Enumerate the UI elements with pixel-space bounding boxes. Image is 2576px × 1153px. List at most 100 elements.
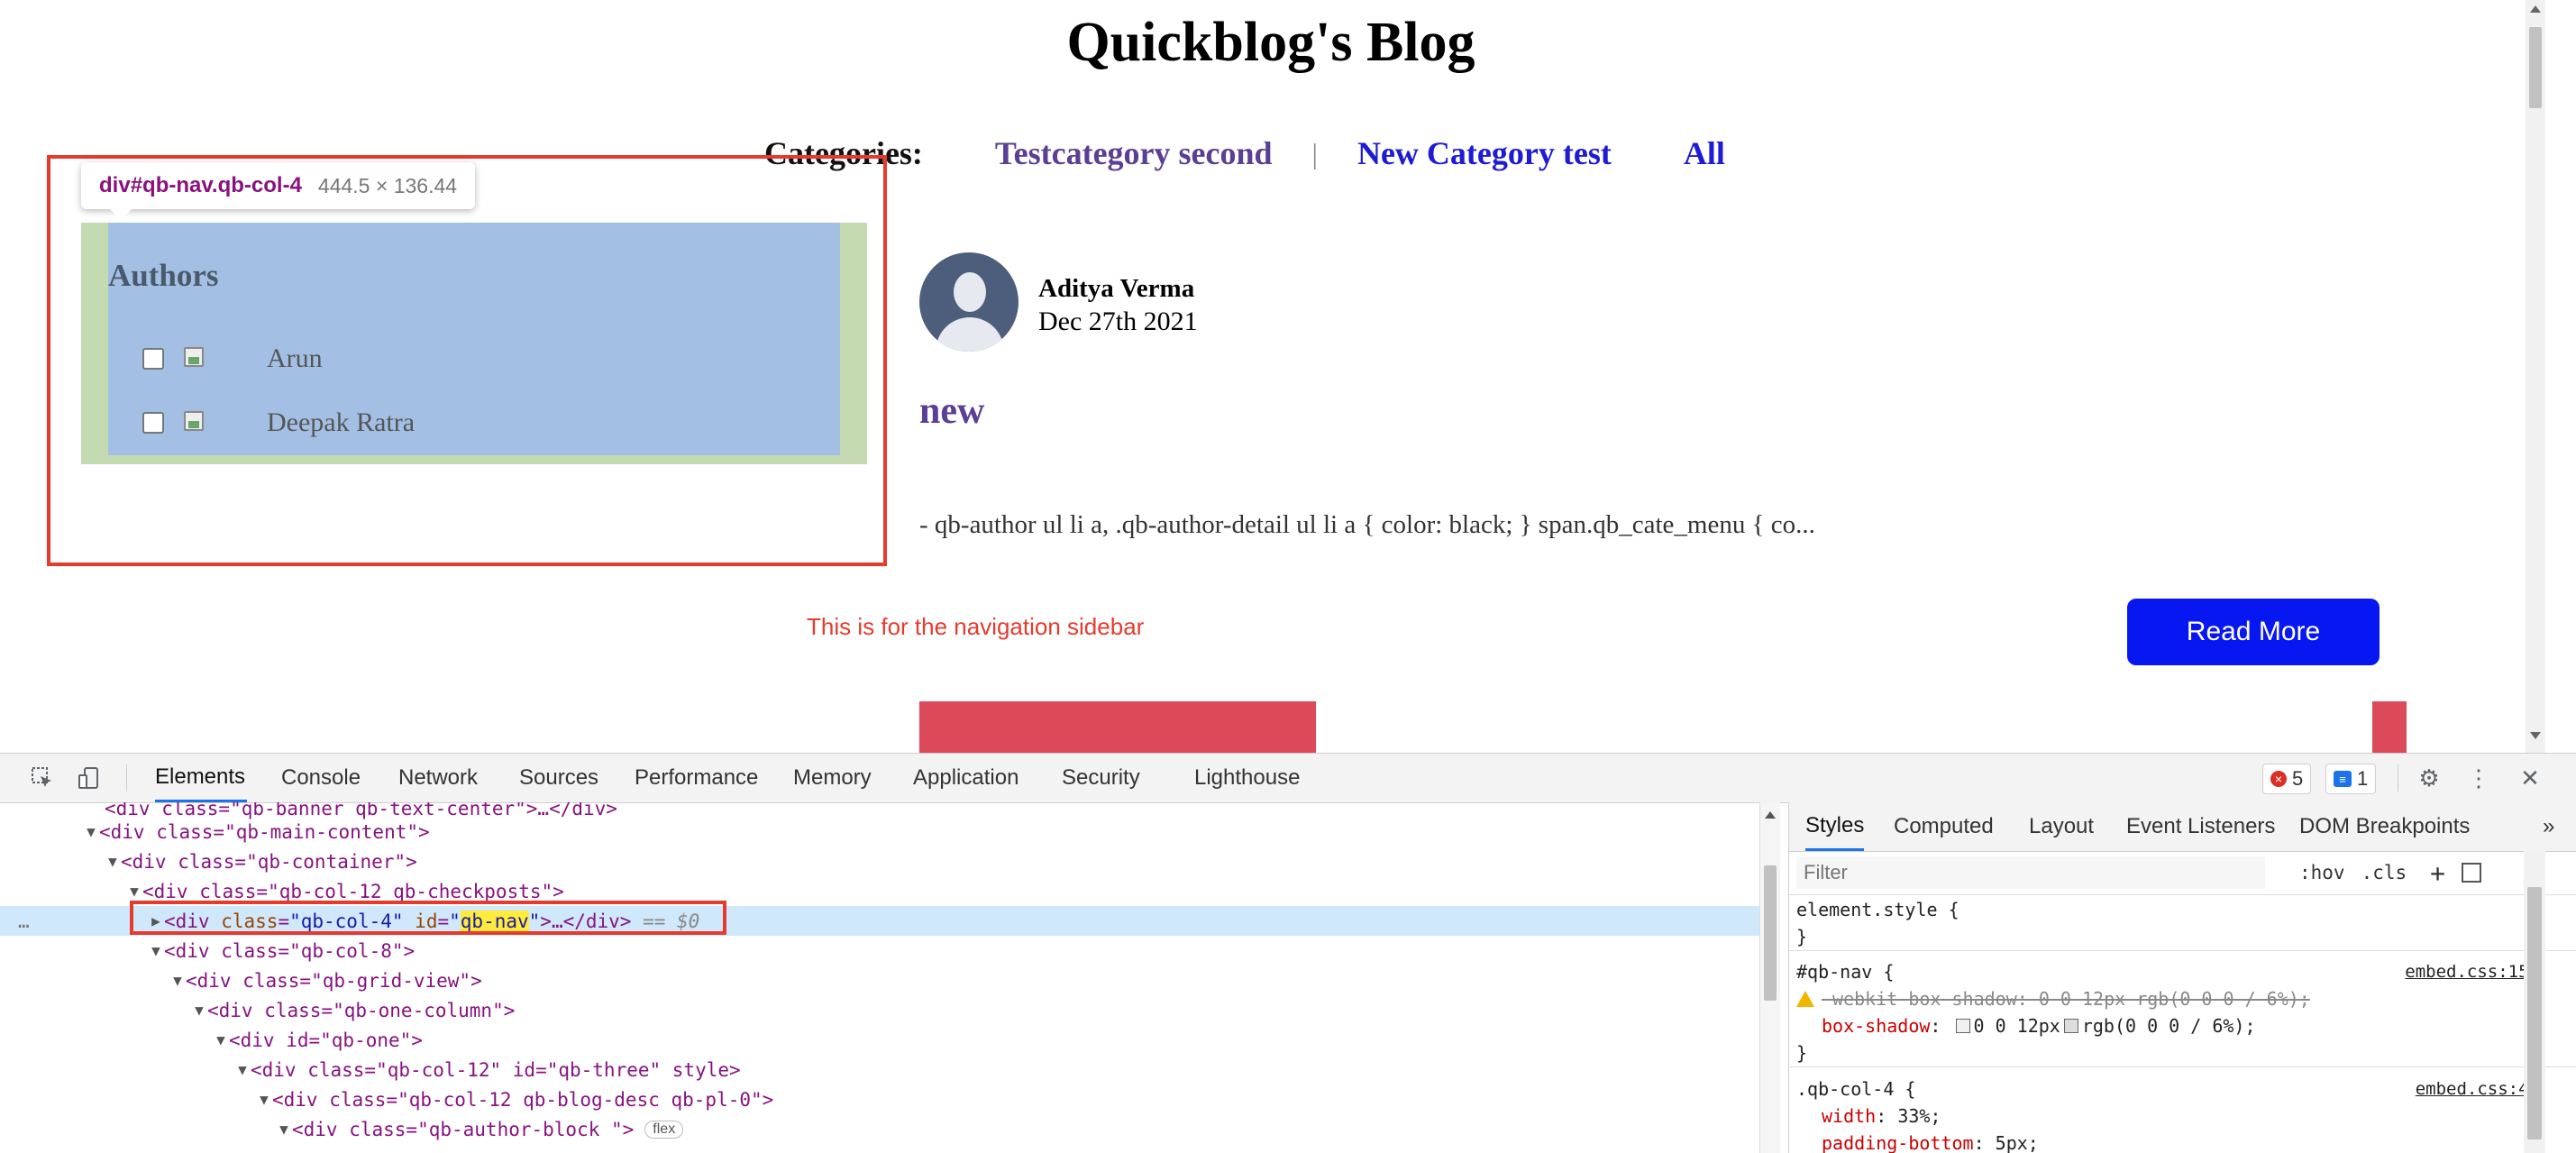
expand-triangle-icon[interactable]: ▼ bbox=[256, 1091, 272, 1108]
post-author-name[interactable]: Aditya Verma bbox=[1038, 274, 1194, 304]
dom-node-line[interactable]: ▼ <div class="qb-col-12 qb-blog-desc qb-p… bbox=[0, 1084, 1759, 1114]
category-separator: | bbox=[1311, 136, 1318, 169]
tab-lighthouse[interactable]: Lighthouse bbox=[1194, 754, 1300, 802]
close-devtools-icon[interactable]: ✕ bbox=[2517, 764, 2544, 792]
dom-node-line[interactable]: ▼ <div class="qb-main-content"> bbox=[0, 817, 1759, 846]
messages-badge[interactable]: ≡ 1 bbox=[2325, 764, 2377, 794]
expand-triangle-icon[interactable]: ▼ bbox=[213, 1031, 229, 1048]
tab-layout[interactable]: Layout bbox=[2029, 802, 2094, 851]
category-link-new-category-test[interactable]: New Category test bbox=[1357, 134, 1612, 172]
styles-scrollbar[interactable] bbox=[2524, 851, 2545, 1153]
css-rule-qb-col-4: .qb-col-4 { embed.css:40 width: 33%; pad… bbox=[1796, 1078, 2539, 1153]
settings-gear-icon[interactable]: ⚙ bbox=[2416, 764, 2443, 792]
tab-dom-breakpoints[interactable]: DOM Breakpoints bbox=[2299, 802, 2470, 851]
styles-filter-row: :hov .cls + bbox=[1789, 851, 2576, 895]
css-selector[interactable]: .qb-col-4 { bbox=[1796, 1078, 1915, 1100]
message-icon: ≡ bbox=[2334, 771, 2352, 787]
scroll-up-arrow-icon[interactable] bbox=[2530, 5, 2541, 13]
tab-sources[interactable]: Sources bbox=[519, 754, 598, 802]
warning-icon bbox=[1796, 991, 1814, 1007]
css-property-value[interactable]: 5px; bbox=[1996, 1132, 2039, 1153]
expand-triangle-icon[interactable]: ▼ bbox=[234, 1061, 251, 1078]
annotation-highlight-box bbox=[47, 155, 887, 566]
expand-triangle-icon[interactable]: ▼ bbox=[276, 1121, 292, 1138]
post-image-block bbox=[2372, 701, 2407, 753]
styles-pane: Styles Computed Layout Event Listeners D… bbox=[1788, 802, 2576, 1153]
tab-event-listeners[interactable]: Event Listeners bbox=[2126, 802, 2275, 851]
tab-console[interactable]: Console bbox=[281, 754, 361, 802]
toggle-sidebar-icon[interactable] bbox=[2462, 863, 2482, 883]
shadow-editor-icon[interactable] bbox=[1955, 1019, 1970, 1033]
tooltip-dimensions: 444.5 × 136.44 bbox=[317, 173, 458, 197]
expand-triangle-icon[interactable]: ▼ bbox=[191, 1002, 207, 1019]
scrollbar-thumb[interactable] bbox=[2529, 27, 2542, 108]
dom-scrollbar[interactable] bbox=[1759, 802, 1780, 1153]
css-property-name[interactable]: box-shadow bbox=[1822, 1015, 1930, 1037]
styles-filter-input[interactable] bbox=[1796, 856, 2265, 889]
tab-application[interactable]: Application bbox=[913, 754, 1019, 802]
tab-memory[interactable]: Memory bbox=[793, 754, 872, 802]
more-tabs-chevron-icon[interactable]: » bbox=[2543, 802, 2554, 851]
styles-tabs: Styles Computed Layout Event Listeners D… bbox=[1789, 802, 2576, 852]
tab-security[interactable]: Security bbox=[1062, 754, 1140, 802]
expand-triangle-icon[interactable]: ▼ bbox=[83, 823, 99, 840]
class-toggle[interactable]: .cls bbox=[2361, 862, 2407, 883]
dom-node-line[interactable]: ▼ <div class="qb-container"> bbox=[0, 846, 1759, 876]
devtools-toolbar: Elements Console Network Sources Perform… bbox=[0, 754, 2576, 803]
scroll-down-arrow-icon[interactable] bbox=[2530, 732, 2541, 739]
filter-tools: :hov .cls + bbox=[2299, 851, 2482, 894]
color-swatch-icon[interactable] bbox=[2063, 1019, 2078, 1033]
css-property-value[interactable]: 33%; bbox=[1897, 1105, 1941, 1127]
css-source-link[interactable]: embed.css:151 bbox=[2405, 962, 2539, 982]
tab-styles[interactable]: Styles bbox=[1805, 802, 1865, 851]
post-title[interactable]: new bbox=[919, 389, 984, 433]
css-rule-qb-nav: #qb-nav { embed.css:151 -webkit-box-shad… bbox=[1789, 958, 2576, 1067]
hover-state-toggle[interactable]: :hov bbox=[2299, 862, 2345, 883]
dom-tree: <div class="qb-banner qb-text-center">…<… bbox=[0, 802, 1759, 1153]
errors-badge[interactable]: × 5 bbox=[2262, 764, 2312, 794]
toolbar-divider bbox=[126, 764, 127, 792]
row-ellipsis: … bbox=[18, 910, 30, 932]
css-property-value[interactable]: rgb(0 0 0 / 6%); bbox=[2082, 1015, 2256, 1037]
read-more-button[interactable]: Read More bbox=[2127, 599, 2380, 665]
expand-triangle-icon[interactable]: ▼ bbox=[148, 942, 164, 959]
tab-elements[interactable]: Elements bbox=[155, 754, 247, 802]
more-options-icon[interactable]: ⋮ bbox=[2465, 764, 2492, 792]
dom-node-line[interactable]: ▼ <div class="qb-col-12" id="qb-three" st… bbox=[0, 1055, 1759, 1084]
expand-triangle-icon[interactable]: ▼ bbox=[105, 853, 121, 870]
tab-network[interactable]: Network bbox=[398, 754, 478, 802]
css-selector[interactable]: element.style { bbox=[1789, 896, 2576, 923]
flex-badge[interactable]: flex bbox=[644, 1120, 684, 1139]
post-date: Dec 27th 2021 bbox=[1038, 307, 1198, 336]
dom-node-line[interactable]: ▼ <div class="qb-author-block "> flex bbox=[0, 1114, 1759, 1144]
error-icon: × bbox=[2270, 771, 2287, 787]
dom-node-line[interactable]: ▼ <div class="qb-grid-view"> bbox=[0, 965, 1759, 995]
expand-triangle-icon[interactable]: ▼ bbox=[169, 972, 186, 989]
new-rule-plus-icon[interactable]: + bbox=[2430, 858, 2445, 888]
device-toolbar-icon[interactable] bbox=[76, 764, 103, 792]
scrollbar-thumb[interactable] bbox=[2527, 887, 2542, 1139]
tab-computed[interactable]: Computed bbox=[1894, 802, 1994, 851]
css-source-link[interactable]: embed.css:40 bbox=[2416, 1079, 2539, 1099]
inspect-tooltip: div#qb-nav.qb-col-4 444.5 × 136.44 bbox=[81, 162, 476, 209]
dom-node-line[interactable]: ▼ <div class="qb-one-column"> bbox=[0, 995, 1759, 1025]
css-property-overridden[interactable]: -webkit-box-shadow: 0 0 12px rgb(0 0 0 /… bbox=[1822, 988, 2310, 1010]
page-scrollbar[interactable] bbox=[2526, 0, 2545, 753]
devtools-panel: Elements Console Network Sources Perform… bbox=[0, 753, 2576, 1153]
dom-node-line[interactable]: ▼ <div class="qb-col-8"> bbox=[0, 936, 1759, 965]
tooltip-arrow bbox=[108, 207, 133, 220]
expand-triangle-icon[interactable]: ▼ bbox=[126, 883, 142, 900]
tab-performance[interactable]: Performance bbox=[635, 754, 758, 802]
categories-bar: Categories: Testcategory second | New Ca… bbox=[764, 126, 1725, 180]
css-selector[interactable]: #qb-nav { bbox=[1796, 961, 1894, 983]
category-link-all[interactable]: All bbox=[1684, 134, 1725, 172]
scrollbar-thumb[interactable] bbox=[1764, 865, 1777, 1001]
css-property-name[interactable]: padding-bottom bbox=[1822, 1132, 1974, 1153]
category-link-testcategory-second[interactable]: Testcategory second bbox=[995, 134, 1273, 172]
blog-title: Quickblog's Blog bbox=[1066, 12, 1475, 73]
inspect-element-icon[interactable] bbox=[29, 764, 56, 792]
scroll-up-arrow-icon[interactable] bbox=[1765, 811, 1776, 819]
css-property-name[interactable]: width bbox=[1822, 1105, 1876, 1127]
dom-node-line[interactable]: ▼ <div id="qb-one"> bbox=[0, 1025, 1759, 1055]
css-property-value[interactable]: 0 0 12px bbox=[1974, 1015, 2060, 1037]
